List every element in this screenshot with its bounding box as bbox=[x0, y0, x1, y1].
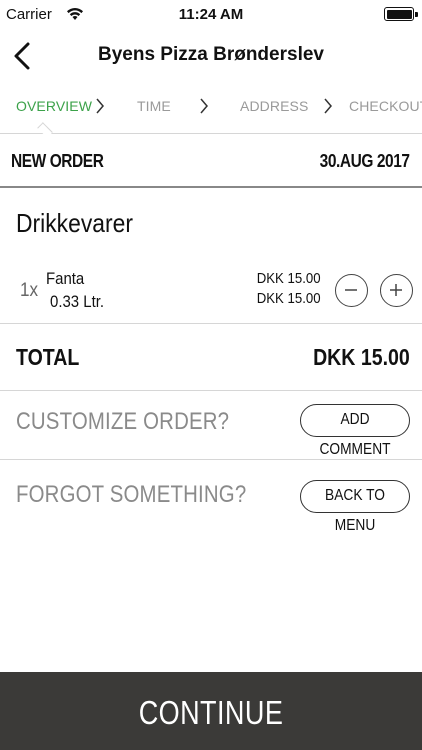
item-quantity: 1x bbox=[20, 280, 39, 301]
add-comment-label: ADD COMMENT bbox=[319, 411, 391, 458]
customize-row: CUSTOMIZE ORDER? ADD COMMENT bbox=[0, 391, 422, 460]
order-label: NEW ORDER bbox=[11, 151, 104, 171]
continue-label: CONTINUE bbox=[138, 694, 284, 731]
order-header: NEW ORDER 30.AUG 2017 bbox=[0, 134, 422, 188]
decrease-quantity-button[interactable] bbox=[335, 274, 368, 307]
order-date: 30.AUG 2017 bbox=[320, 151, 410, 171]
category-title: Drikkevarer bbox=[16, 208, 133, 238]
item-unit-price: DKK 15.00 bbox=[257, 270, 321, 287]
step-checkout[interactable]: CHECKOUT bbox=[349, 98, 422, 114]
plus-icon bbox=[390, 284, 402, 296]
status-bar: Carrier 11:24 AM bbox=[0, 0, 422, 30]
battery-icon bbox=[384, 7, 418, 21]
total-label: TOTAL bbox=[16, 344, 80, 370]
minus-icon bbox=[345, 289, 357, 291]
item-line-price: DKK 15.00 bbox=[257, 290, 321, 307]
order-item: 1x Fanta 0.33 Ltr. DKK 15.00 DKK 15.00 bbox=[0, 256, 422, 324]
nav-title: Byens Pizza Brønderslev bbox=[98, 44, 324, 65]
add-comment-button[interactable]: ADD COMMENT bbox=[300, 404, 410, 458]
step-time[interactable]: TIME bbox=[137, 98, 171, 114]
chevron-right-icon bbox=[96, 98, 104, 114]
step-address[interactable]: ADDRESS bbox=[240, 98, 308, 114]
back-to-menu-label: BACK TO MENU bbox=[325, 487, 385, 534]
customize-question: CUSTOMIZE ORDER? bbox=[16, 408, 230, 435]
item-name: Fanta bbox=[46, 269, 85, 288]
step-overview[interactable]: OVERVIEW bbox=[16, 98, 92, 114]
checkout-steps: OVERVIEW TIME ADDRESS CHECKOUT bbox=[0, 82, 422, 134]
forgot-row: FORGOT SOMETHING? BACK TO MENU bbox=[0, 460, 422, 534]
order-total: TOTAL DKK 15.00 bbox=[0, 324, 422, 391]
item-size: 0.33 Ltr. bbox=[50, 292, 105, 311]
continue-button[interactable]: CONTINUE bbox=[0, 672, 422, 750]
chevron-right-icon bbox=[200, 98, 208, 114]
status-time: 11:24 AM bbox=[178, 6, 244, 23]
nav-bar: Byens Pizza Brønderslev bbox=[0, 30, 422, 82]
chevron-right-icon bbox=[324, 98, 332, 114]
increase-quantity-button[interactable] bbox=[380, 274, 413, 307]
back-to-menu-button[interactable]: BACK TO MENU bbox=[300, 480, 410, 534]
total-amount: DKK 15.00 bbox=[313, 344, 410, 370]
forgot-question: FORGOT SOMETHING? bbox=[16, 481, 247, 508]
